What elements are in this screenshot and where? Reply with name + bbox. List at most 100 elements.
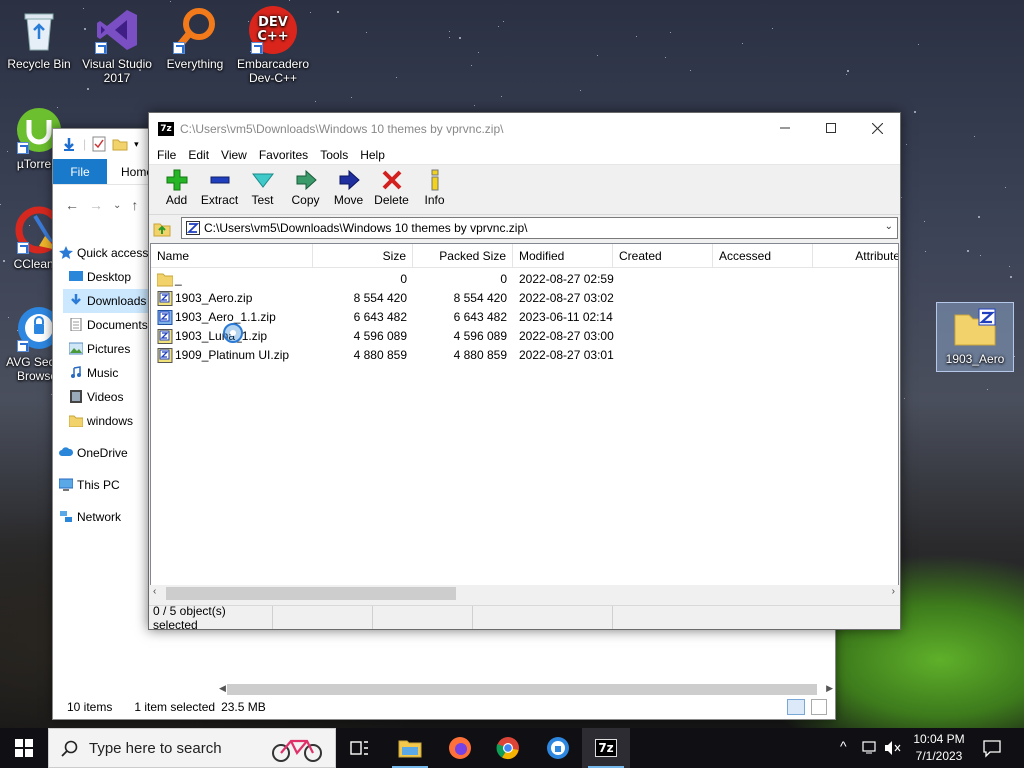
extract-label: Extract bbox=[200, 193, 239, 207]
nav-item-quick-access[interactable]: Quick access bbox=[53, 241, 153, 265]
test-button[interactable]: Test bbox=[241, 168, 284, 207]
desktop-icon-visual-studio[interactable]: Visual Studio 2017 bbox=[80, 6, 154, 85]
sevenzip-title-bar[interactable]: 7z C:\Users\vm5\Downloads\Windows 10 the… bbox=[149, 113, 900, 145]
desktop-icon-devcpp[interactable]: DEV C++ Embarcadero Dev-C++ bbox=[236, 6, 310, 85]
star bbox=[690, 70, 691, 71]
taskbar-clock[interactable]: 10:04 PM 7/1/2023 bbox=[906, 731, 972, 765]
column-header-packed-size[interactable]: Packed Size bbox=[413, 244, 513, 268]
address-path: C:\Users\vm5\Downloads\Windows 10 themes… bbox=[204, 221, 528, 235]
file-row[interactable]: 1903_Luna_1.zip 4 596 089 4 596 089 2022… bbox=[151, 327, 898, 346]
delete-button[interactable]: Delete bbox=[370, 168, 413, 207]
file-row[interactable]: 1903_Aero_1.1.zip 6 643 482 6 643 482 20… bbox=[151, 308, 898, 327]
forward-arrow-icon[interactable]: → bbox=[89, 197, 103, 213]
recent-locations-chevron-icon[interactable]: ⌄ bbox=[113, 200, 121, 211]
menu-help[interactable]: Help bbox=[354, 148, 391, 162]
star bbox=[918, 44, 919, 45]
selection-count: 1 item selected bbox=[134, 700, 216, 714]
column-header-size[interactable]: Size bbox=[313, 244, 413, 268]
taskbar-7zip[interactable]: 7z bbox=[582, 728, 630, 768]
info-label: Info bbox=[424, 193, 445, 207]
scroll-right-icon[interactable]: ▶ bbox=[826, 683, 833, 694]
file-size: 6 643 482 bbox=[353, 310, 407, 324]
start-button[interactable] bbox=[0, 728, 48, 768]
info-button[interactable]: Info bbox=[413, 168, 456, 207]
file-row[interactable]: 1909_Platinum UI.zip 4 880 859 4 880 859… bbox=[151, 346, 898, 365]
menu-favorites[interactable]: Favorites bbox=[253, 148, 314, 162]
close-button[interactable] bbox=[854, 113, 900, 143]
file-modified: 2023-06-11 02:14 bbox=[519, 310, 613, 324]
maximize-icon bbox=[826, 123, 836, 133]
column-header-created[interactable]: Created bbox=[613, 244, 713, 268]
maximize-button[interactable] bbox=[808, 113, 854, 143]
file-size: 4 880 859 bbox=[353, 348, 407, 362]
new-folder-icon[interactable] bbox=[112, 137, 128, 151]
nav-item-this-pc[interactable]: This PC bbox=[53, 473, 153, 497]
star bbox=[0, 204, 1, 205]
scrollbar-thumb[interactable] bbox=[166, 587, 456, 600]
column-header-modified[interactable]: Modified bbox=[513, 244, 613, 268]
nav-item-onedrive[interactable]: OneDrive bbox=[53, 441, 153, 465]
file-packed-size: 4 596 089 bbox=[453, 329, 507, 343]
add-button[interactable]: Add bbox=[155, 168, 198, 207]
videos-icon bbox=[70, 390, 82, 403]
volume-muted-icon[interactable] bbox=[884, 740, 902, 756]
details-view-icon[interactable] bbox=[787, 699, 805, 715]
back-arrow-icon[interactable]: ← bbox=[65, 197, 79, 213]
taskbar-search-box[interactable]: Type here to search bbox=[48, 728, 336, 768]
move-button[interactable]: Move bbox=[327, 168, 370, 207]
column-header-attributes[interactable]: Attributes bbox=[813, 244, 898, 268]
desktop-icon-recycle-bin[interactable]: Recycle Bin bbox=[2, 6, 76, 71]
menu-edit[interactable]: Edit bbox=[182, 148, 215, 162]
qat-separator: | bbox=[83, 137, 87, 151]
desktop-icon-1903-aero-selected[interactable]: 1903_Aero bbox=[936, 302, 1014, 372]
properties-icon[interactable] bbox=[92, 136, 106, 152]
zip-archive-icon bbox=[186, 221, 200, 235]
scrollbar-thumb[interactable] bbox=[227, 684, 817, 695]
file-list-horizontal-scrollbar[interactable]: ‹ › bbox=[150, 585, 899, 602]
file-modified: 2022-08-27 03:01 bbox=[519, 348, 614, 362]
file-row[interactable]: _ 0 0 2022-08-27 02:59 D bbox=[151, 270, 898, 289]
desktop-icon-everything[interactable]: Everything bbox=[158, 6, 232, 71]
minimize-button[interactable] bbox=[762, 113, 808, 143]
cloud-icon bbox=[59, 447, 73, 456]
explorer-status-bar: 10 items 1 item selected 23.5 MB bbox=[53, 695, 835, 719]
windows-logo-icon bbox=[15, 739, 33, 757]
star bbox=[1014, 356, 1015, 357]
network-status-icon[interactable] bbox=[862, 740, 880, 756]
qat-dropdown-icon[interactable]: ▾ bbox=[134, 139, 139, 150]
notifications-icon[interactable] bbox=[982, 738, 1002, 758]
address-dropdown-icon[interactable]: ⌄ bbox=[885, 221, 893, 232]
address-field[interactable]: C:\Users\vm5\Downloads\Windows 10 themes… bbox=[181, 217, 898, 239]
scroll-left-icon[interactable]: ◀ bbox=[219, 683, 226, 694]
menu-tools[interactable]: Tools bbox=[314, 148, 354, 162]
taskbar-file-explorer[interactable] bbox=[386, 728, 434, 768]
show-hidden-icons-chevron-icon[interactable]: ^ bbox=[840, 738, 847, 754]
star bbox=[396, 77, 397, 78]
star bbox=[503, 21, 504, 22]
file-row[interactable]: 1903_Aero.zip 8 554 420 8 554 420 2022-0… bbox=[151, 289, 898, 308]
taskbar-avg-browser[interactable] bbox=[534, 728, 582, 768]
scroll-right-icon[interactable]: › bbox=[892, 586, 895, 597]
star bbox=[597, 55, 598, 56]
taskbar-firefox[interactable] bbox=[436, 728, 484, 768]
download-arrow-icon[interactable] bbox=[61, 136, 77, 152]
taskbar-chrome[interactable] bbox=[484, 728, 532, 768]
sevenzip-app-icon: 7z bbox=[158, 122, 174, 136]
task-view-button[interactable] bbox=[336, 728, 384, 768]
column-header-name[interactable]: Name bbox=[151, 244, 313, 268]
star bbox=[901, 197, 902, 198]
column-header-accessed[interactable]: Accessed bbox=[713, 244, 813, 268]
scroll-left-icon[interactable]: ‹ bbox=[153, 586, 156, 597]
sevenzip-window[interactable]: 7z C:\Users\vm5\Downloads\Windows 10 the… bbox=[148, 112, 901, 632]
up-folder-icon[interactable] bbox=[153, 219, 171, 237]
large-icons-view-icon[interactable] bbox=[811, 699, 827, 715]
shortcut-arrow-icon bbox=[95, 42, 107, 54]
nav-item-network[interactable]: Network bbox=[53, 505, 153, 529]
star bbox=[366, 32, 367, 33]
copy-button[interactable]: Copy bbox=[284, 168, 327, 207]
menu-view[interactable]: View bbox=[215, 148, 253, 162]
extract-button[interactable]: Extract bbox=[198, 168, 241, 207]
menu-file[interactable]: File bbox=[151, 148, 182, 162]
tab-file[interactable]: File bbox=[53, 159, 107, 184]
up-arrow-icon[interactable]: ↑ bbox=[131, 197, 138, 213]
